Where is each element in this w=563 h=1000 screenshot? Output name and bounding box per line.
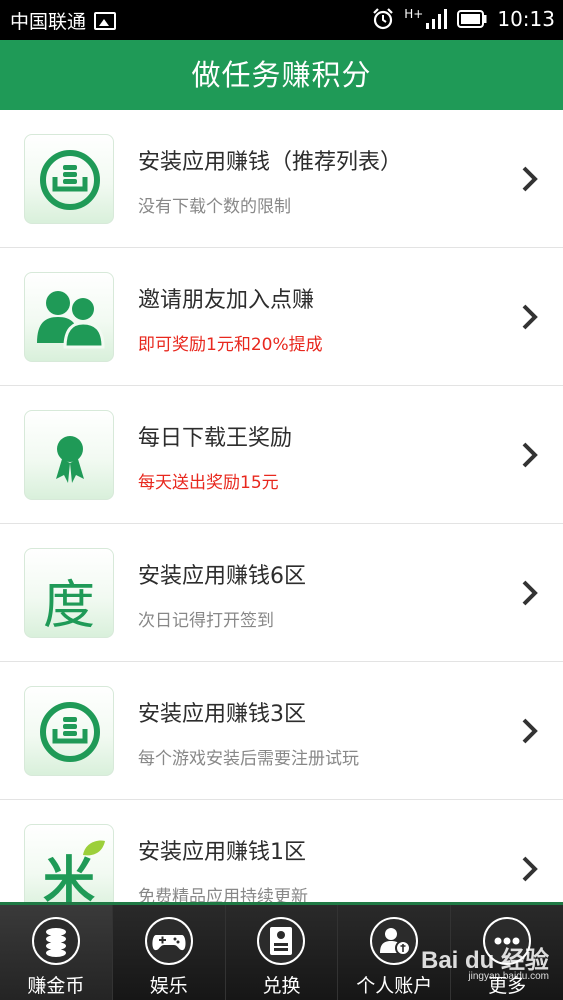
task-subtitle: 即可奖励1元和20%提成 (138, 335, 323, 355)
nav-label: 兑换 (262, 975, 301, 997)
status-left: 中国联通 (10, 7, 117, 34)
du-icon-glyph: 度 (42, 576, 95, 636)
baidu-watermark: Bai du 经验 jingyan.baidu.com (421, 940, 549, 982)
task-title: 每日下载王奖励 (138, 426, 293, 451)
task-subtitle: 每个游戏安装后需要注册试玩 (138, 749, 359, 769)
leaf-icon (83, 840, 105, 856)
task-subtitle: 免费精品应用持续更新 (138, 887, 308, 902)
status-right: H+ 10:13 (372, 7, 555, 31)
nav-item-entertainment[interactable]: 娱乐 (112, 905, 226, 1000)
nav-item-exchange[interactable]: 兑换 (225, 905, 339, 1000)
chevron-right-icon (522, 442, 538, 468)
task-subtitle: 每天送出奖励15元 (138, 473, 279, 493)
du-icon: 度 (24, 548, 114, 638)
task-title: 安装应用赚钱（推荐列表） (138, 150, 403, 175)
task-item-install-zone-6[interactable]: 度 安装应用赚钱6区 次日记得打开签到 (0, 524, 563, 662)
nav-item-earn-coins[interactable]: 赚金币 (0, 905, 113, 1000)
chevron-right-icon (522, 580, 538, 606)
task-title: 安装应用赚钱1区 (138, 840, 306, 865)
page-title: 做任务赚积分 (0, 40, 563, 110)
chevron-right-icon (522, 718, 538, 744)
coins-icon (31, 917, 80, 965)
download-tray-icon (24, 686, 114, 776)
download-tray-icon (24, 134, 114, 224)
exchange-icon (257, 917, 306, 965)
chevron-right-icon (522, 856, 538, 882)
task-item-daily-download-king[interactable]: 每日下载王奖励 每天送出奖励15元 (0, 386, 563, 524)
chevron-right-icon (522, 166, 538, 192)
task-item-install-zone-1[interactable]: 米 安装应用赚钱1区 免费精品应用持续更新 (0, 800, 563, 902)
signal-strength-icon (426, 9, 448, 29)
task-title: 安装应用赚钱6区 (138, 564, 306, 589)
task-title: 邀请朋友加入点赚 (138, 288, 315, 313)
task-item-invite-friends[interactable]: 邀请朋友加入点赚 即可奖励1元和20%提成 (0, 248, 563, 386)
account-icon (370, 917, 419, 965)
clock-time: 10:13 (497, 7, 555, 31)
nav-label: 赚金币 (27, 975, 85, 997)
medal-icon (24, 410, 114, 500)
task-item-install-recommended[interactable]: 安装应用赚钱（推荐列表） 没有下载个数的限制 (0, 110, 563, 248)
watermark-brand: Bai du 经验 (420, 947, 549, 974)
mi-icon: 米 (24, 824, 114, 902)
network-type: H+ (404, 7, 424, 21)
users-icon (24, 272, 114, 362)
task-item-install-zone-3[interactable]: 安装应用赚钱3区 每个游戏安装后需要注册试玩 (0, 662, 563, 800)
gamepad-icon (144, 917, 193, 965)
nav-label: 娱乐 (149, 975, 188, 997)
picture-notification-icon (94, 11, 117, 30)
task-list[interactable]: 安装应用赚钱（推荐列表） 没有下载个数的限制 邀请朋友加入点赚 即可奖励1元和2… (0, 110, 563, 902)
carrier-name: 中国联通 (10, 11, 87, 33)
battery-icon (457, 10, 487, 28)
task-title: 安装应用赚钱3区 (138, 702, 306, 727)
alarm-clock-icon (373, 8, 394, 30)
task-subtitle: 次日记得打开签到 (138, 611, 274, 631)
status-bar: 中国联通 H+ 10:13 (0, 0, 563, 40)
task-subtitle: 没有下载个数的限制 (138, 197, 291, 217)
chevron-right-icon (522, 304, 538, 330)
